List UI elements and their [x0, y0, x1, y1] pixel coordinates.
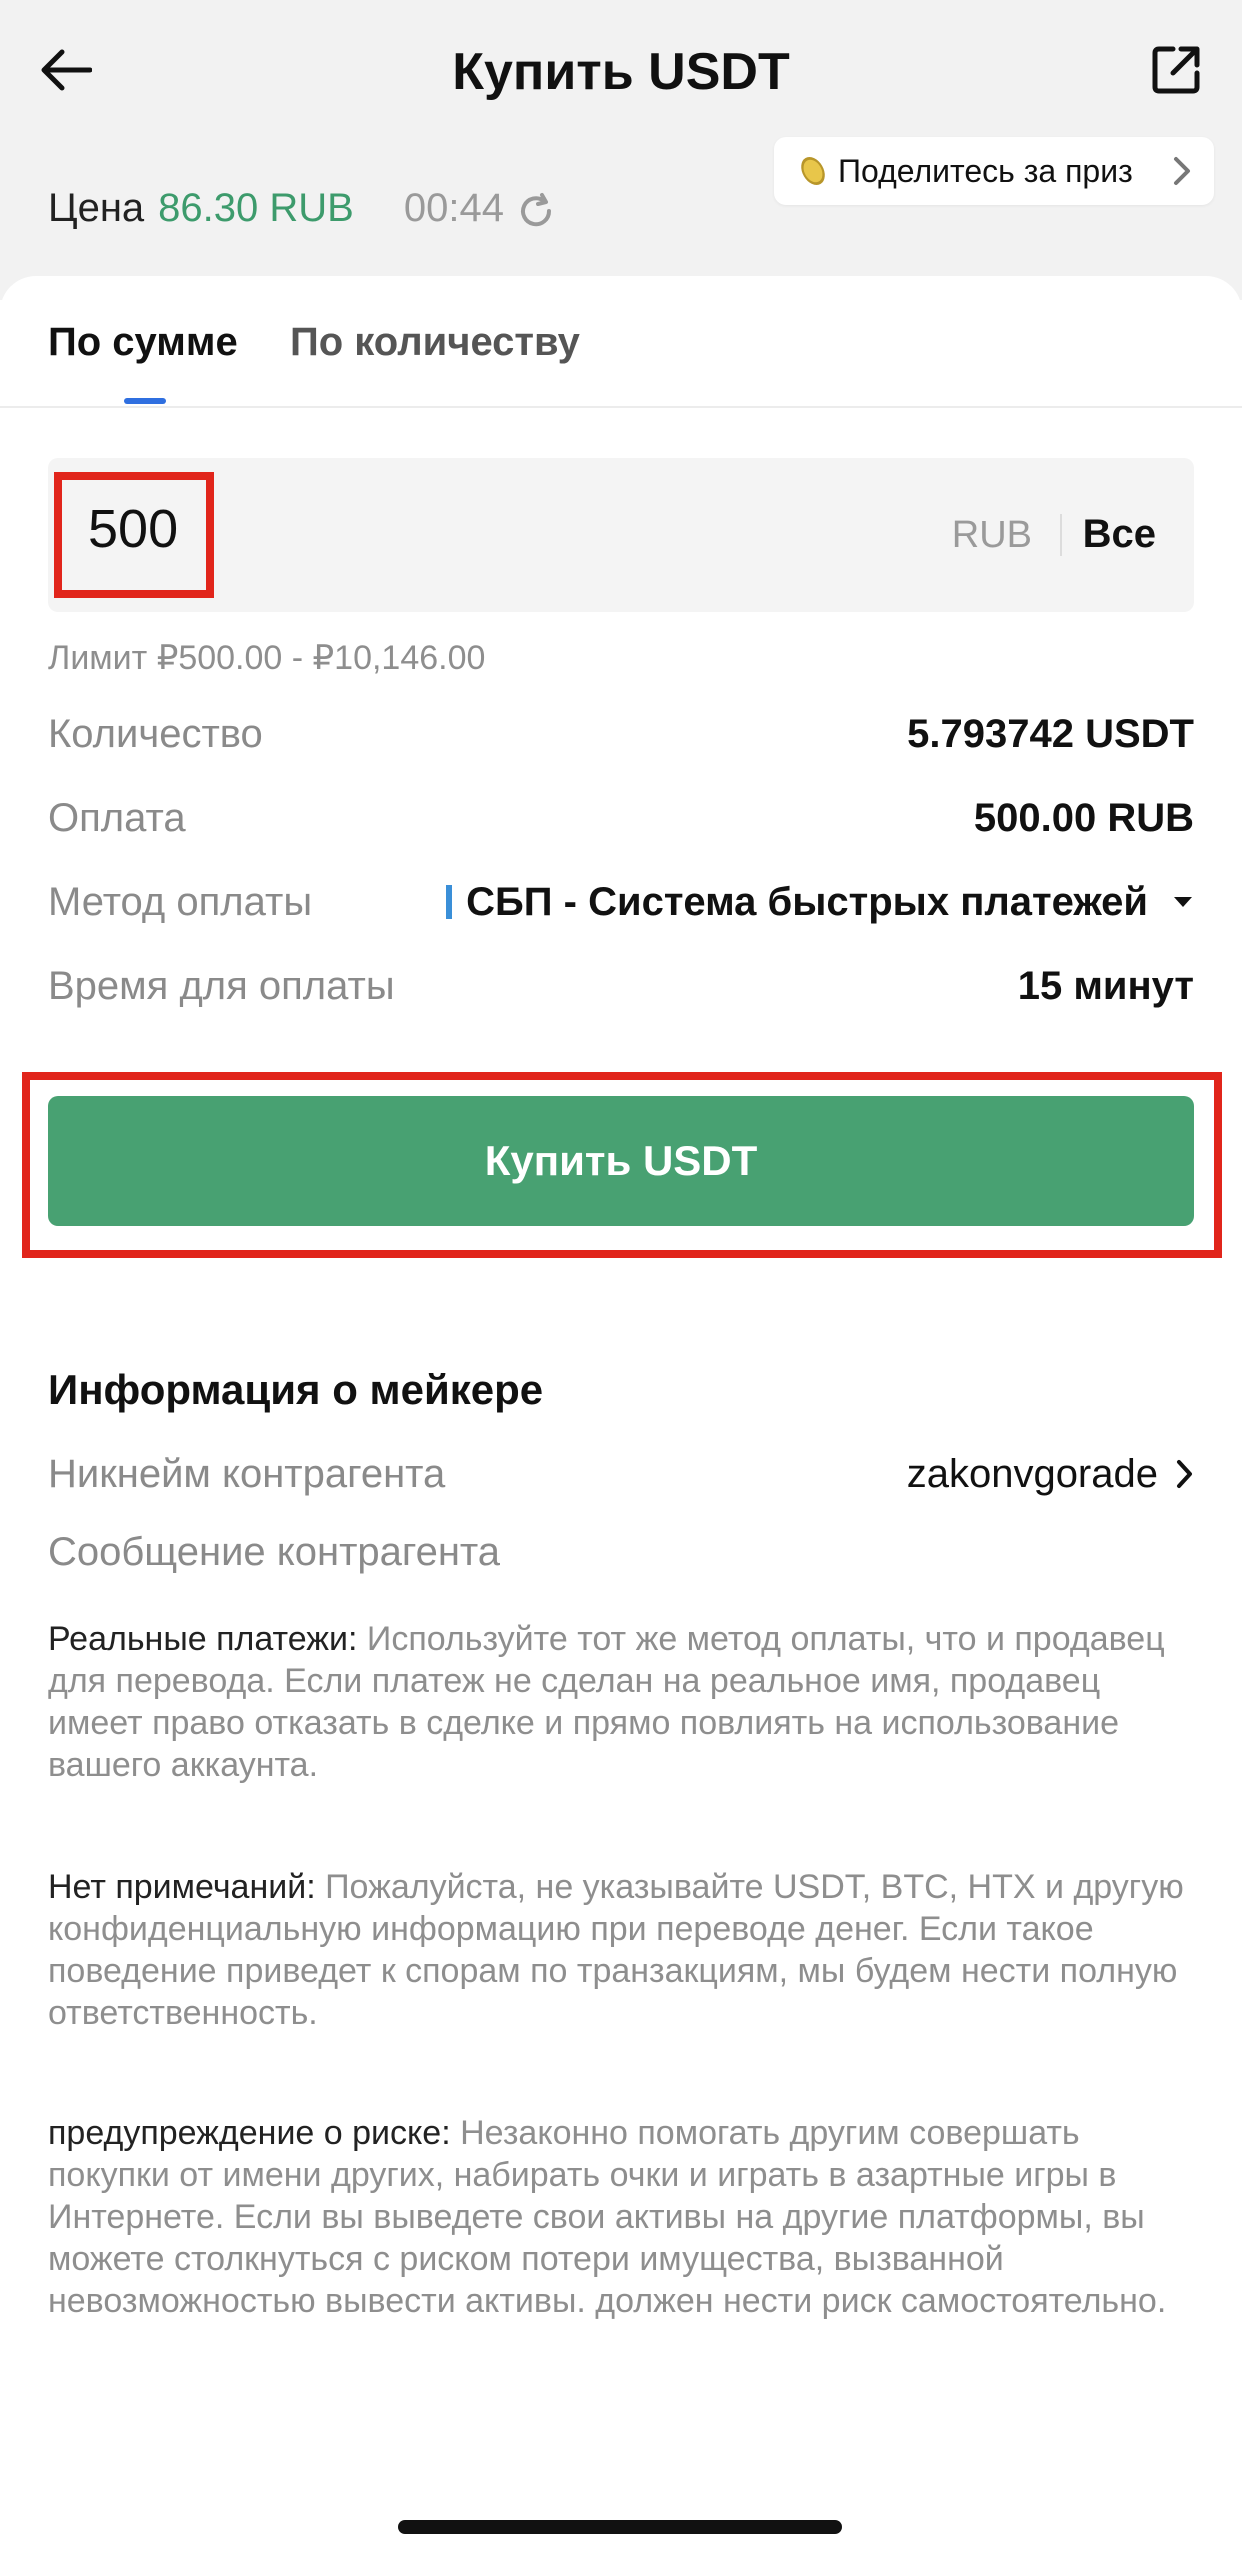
- coin-icon: [796, 152, 830, 190]
- method-color-bar: [446, 885, 453, 919]
- detail-label: Количество: [48, 711, 263, 756]
- detail-label: Метод оплаты: [48, 879, 313, 924]
- limit-text: Лимит ₽500.00 - ₽10,146.00: [48, 639, 486, 677]
- active-tab-indicator: [124, 398, 166, 404]
- detail-row-quantity: Количество 5.793742 USDT: [48, 704, 1194, 764]
- maker-info-title: Информация о мейкере: [48, 1366, 544, 1413]
- nick-label: Никнейм контрагента: [48, 1451, 446, 1496]
- tab-by-amount[interactable]: По сумме: [48, 320, 238, 365]
- nick-value-wrap[interactable]: zakonvgorade: [907, 1452, 1194, 1497]
- price-row: Цена 86.30 RUB 00:44: [48, 180, 556, 236]
- share-external-icon: [1152, 46, 1200, 94]
- detail-value: 5.793742 USDT: [907, 711, 1194, 756]
- detail-label: Оплата: [48, 795, 186, 840]
- detail-row-payment: Оплата 500.00 RUB: [48, 788, 1194, 848]
- detail-row-payment-method: Метод оплаты СБП - Система быстрых плате…: [48, 872, 1194, 932]
- note-lead: Нет примечаний:: [48, 1868, 316, 1906]
- promo-label: Поделитесь за приз: [838, 152, 1133, 189]
- order-card: По сумме По количеству 500 RUB Все Лимит…: [0, 276, 1242, 2562]
- note-lead: Реальные платежи:: [48, 1620, 358, 1658]
- share-promo-pill[interactable]: Поделитесь за приз: [774, 137, 1214, 205]
- payment-method-value: СБП - Система быстрых платежей: [466, 879, 1148, 924]
- note-risk-warning: предупреждение о риске: Незаконно помога…: [48, 2112, 1198, 2322]
- chevron-right-icon: [1177, 1460, 1192, 1488]
- note-real-payments: Реальные платежи: Используйте тот же мет…: [48, 1618, 1198, 1786]
- price-label: Цена: [48, 185, 145, 230]
- amount-divider: [1060, 514, 1062, 556]
- price-value: 86.30 RUB: [158, 185, 354, 230]
- tab-by-quantity[interactable]: По количеству: [290, 320, 580, 365]
- header: Купить USDT: [0, 0, 1242, 150]
- amount-input[interactable]: 500: [88, 498, 178, 560]
- detail-value: 500.00 RUB: [973, 795, 1194, 840]
- counterparty-message-label: Сообщение контрагента: [48, 1530, 501, 1574]
- payment-method-select[interactable]: СБП - Система быстрых платежей: [446, 880, 1194, 925]
- caret-down-icon: [1174, 897, 1192, 907]
- detail-row-payment-time: Время для оплаты 15 минут: [48, 956, 1194, 1016]
- note-lead: предупреждение о риске:: [48, 2114, 451, 2152]
- refresh-icon[interactable]: [516, 191, 556, 231]
- all-amount-button[interactable]: Все: [1083, 512, 1156, 557]
- page-title: Купить USDT: [452, 43, 790, 101]
- tabs: По сумме По количеству: [0, 276, 1242, 408]
- note-no-remarks: Нет примечаний: Пожалуйста, не указывайт…: [48, 1866, 1198, 2034]
- detail-label: Время для оплаты: [48, 963, 395, 1008]
- amount-input-box[interactable]: 500 RUB Все: [48, 458, 1194, 612]
- share-button[interactable]: [1144, 38, 1208, 102]
- price-timer: 00:44: [403, 185, 504, 230]
- amount-currency: RUB: [951, 514, 1032, 556]
- home-indicator: [398, 2520, 842, 2534]
- counterparty-nick-row[interactable]: Никнейм контрагента zakonvgorade: [48, 1444, 1194, 1504]
- chevron-right-icon: [1174, 157, 1190, 185]
- detail-value: 15 минут: [1017, 963, 1194, 1008]
- nick-value: zakonvgorade: [906, 1451, 1158, 1496]
- buy-usdt-button[interactable]: Купить USDT: [48, 1096, 1194, 1226]
